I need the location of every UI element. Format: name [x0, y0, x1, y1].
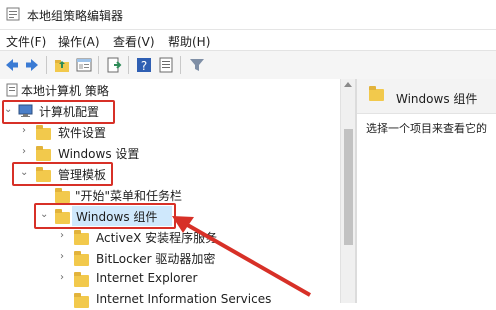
back-arrow-icon[interactable]: [3, 56, 21, 74]
tree-label-root: 本地计算机 策略: [21, 84, 109, 98]
tree-vertical-scrollbar[interactable]: [340, 79, 355, 303]
folder-icon: [74, 230, 89, 245]
tree-label-computer-config: 计算机配置: [39, 105, 100, 119]
chevron-right-icon[interactable]: ›: [60, 272, 64, 283]
folder-icon: [369, 86, 384, 101]
menu-view[interactable]: 查看(V): [113, 33, 155, 50]
annotation-arrow: [172, 216, 311, 297]
svg-text:?: ?: [141, 59, 147, 73]
menu-bar: 文件(F) 操作(A) 查看(V) 帮助(H): [0, 30, 496, 50]
folder-icon: [36, 146, 51, 161]
toolbar: ?: [0, 50, 496, 80]
chevron-right-icon[interactable]: ›: [22, 125, 26, 136]
details-header-title: Windows 组件: [396, 92, 478, 106]
policy-editor-icon: [6, 7, 20, 21]
window-title: 本地组策略编辑器: [27, 9, 124, 23]
folder-icon: [55, 188, 70, 203]
tree-node-computer-config[interactable]: ⌄ 计算机配置: [0, 101, 200, 121]
tree-node-start-menu[interactable]: "开始"菜单和任务栏: [0, 185, 220, 205]
tree-label-windows-settings: Windows 设置: [58, 147, 140, 161]
folder-icon: [74, 251, 89, 266]
folder-icon: [36, 167, 51, 182]
toolbar-separator: [46, 56, 47, 74]
chevron-right-icon[interactable]: ›: [22, 146, 26, 157]
chevron-right-icon[interactable]: ›: [60, 230, 64, 241]
policy-document-icon: [6, 83, 18, 97]
chevron-right-icon[interactable]: ›: [60, 251, 64, 262]
forward-arrow-icon[interactable]: [23, 56, 41, 74]
tree-node-admin-templates[interactable]: ⌄ 管理模板: [0, 164, 200, 184]
tree-node-root[interactable]: 本地计算机 策略: [0, 80, 200, 100]
tree-pane: 本地计算机 策略 ⌄ 计算机配置 › 软件设置 › Windows 设置 ⌄ 管…: [0, 79, 340, 308]
folder-icon: [36, 125, 51, 140]
menu-help[interactable]: 帮助(H): [168, 33, 210, 50]
title-bar: 本地组策略编辑器: [0, 0, 496, 30]
help-icon[interactable]: ?: [135, 56, 153, 74]
folder-icon: [74, 272, 89, 287]
scroll-up-arrow-icon[interactable]: [344, 82, 352, 87]
tree-node-windows-settings[interactable]: › Windows 设置: [0, 143, 200, 163]
chevron-down-icon[interactable]: ⌄: [4, 104, 12, 115]
up-folder-icon[interactable]: [53, 56, 71, 74]
details-header: Windows 组件: [357, 79, 496, 114]
export-list-icon[interactable]: [105, 56, 123, 74]
tree-label-admin-templates: 管理模板: [58, 168, 107, 182]
computer-icon: [18, 104, 33, 117]
filter-icon[interactable]: [188, 56, 206, 74]
folder-icon: [74, 293, 89, 308]
tree-label-software-settings: 软件设置: [58, 126, 107, 140]
properties-icon[interactable]: [157, 56, 175, 74]
details-pane: Windows 组件 选择一个项目来查看它的: [357, 79, 496, 303]
menu-action[interactable]: 操作(A): [58, 33, 100, 50]
show-hide-tree-icon[interactable]: [75, 56, 93, 74]
tree-node-software-settings[interactable]: › 软件设置: [0, 122, 200, 142]
scrollbar-thumb[interactable]: [344, 129, 353, 245]
details-description: 选择一个项目来查看它的: [366, 122, 487, 135]
toolbar-separator: [128, 56, 129, 74]
toolbar-separator: [180, 56, 181, 74]
chevron-down-icon[interactable]: ⌄: [20, 167, 28, 178]
tree-label-windows-components: Windows 组件: [76, 210, 158, 224]
tree-label-start-menu: "开始"菜单和任务栏: [75, 189, 183, 203]
toolbar-separator: [98, 56, 99, 74]
chevron-down-icon[interactable]: ⌄: [40, 209, 48, 220]
menu-file[interactable]: 文件(F): [6, 33, 46, 50]
folder-icon: [55, 209, 70, 224]
